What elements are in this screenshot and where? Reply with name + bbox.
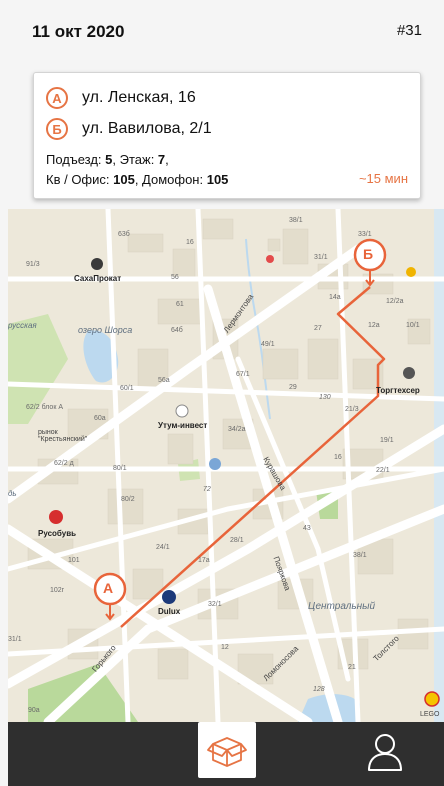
torgtekhserv-icon[interactable] <box>403 367 415 379</box>
house-number: 128 <box>313 686 325 693</box>
marker-a-label: А <box>103 580 114 596</box>
dropoff-badge: Б <box>46 118 68 140</box>
house-number: 80/1 <box>113 465 127 472</box>
order-number: #31 <box>396 22 422 39</box>
house-number: 16 <box>186 239 194 246</box>
details-line-1: Подъезд: 5, Этаж: 7, <box>46 150 228 170</box>
house-number: 38/1 <box>353 552 367 559</box>
house-number: 56 <box>171 274 179 281</box>
house-number: 21/3 <box>345 406 359 413</box>
house-number: 91/3 <box>26 261 40 268</box>
house-number: 101 <box>68 557 80 564</box>
box-icon <box>207 737 247 767</box>
house-number: 38/1 <box>289 217 303 224</box>
house-number: 64б <box>171 327 183 334</box>
order-card[interactable]: А ул. Ленская, 16 Б ул. Вавилова, 2/1 По… <box>33 72 421 199</box>
house-number: 61 <box>176 301 184 308</box>
house-number: 102г <box>50 587 65 594</box>
shell-icon[interactable] <box>424 691 440 707</box>
house-number: 28/1 <box>230 537 244 544</box>
dulux-icon[interactable] <box>162 590 176 604</box>
house-number: 19/1 <box>380 437 394 444</box>
dropoff-address: ул. Вавилова, 2/1 <box>82 120 212 137</box>
marker-b-label: Б <box>363 246 374 262</box>
sakhaprokat-icon[interactable] <box>91 258 103 270</box>
place-torgtekhserv: Торгтехсер <box>376 386 420 395</box>
floor-separator: , <box>165 152 169 167</box>
place-lake: озеро Шорса <box>78 325 133 335</box>
house-number: 72 <box>203 486 211 493</box>
place-sakhaprokat: СахаПрокат <box>74 274 122 283</box>
house-number: 12/2а <box>386 298 404 305</box>
nav-orders-button[interactable] <box>198 722 256 778</box>
house-number: 29 <box>289 384 297 391</box>
house-number: 16 <box>334 454 342 461</box>
house-number: 12 <box>221 644 229 651</box>
place-rusobuv: Русобувь <box>38 529 77 538</box>
house-number: 10/1 <box>406 322 420 329</box>
house-number: 14а <box>329 294 341 301</box>
entrance-label: Подъезд: <box>46 152 106 167</box>
place-market: рынок "Крестьянский" <box>38 429 88 443</box>
rusobuv-icon[interactable] <box>49 510 63 524</box>
house-number: 49/1 <box>261 341 275 348</box>
house-number: 56а <box>158 377 170 384</box>
floor-label: , Этаж: <box>112 152 158 167</box>
dropoff-stop: Б ул. Вавилова, 2/1 <box>46 116 212 142</box>
eta-label: ~15 мин <box>358 171 408 186</box>
house-number: 34/2а <box>228 426 246 433</box>
place-dulux: Dulux <box>158 607 181 616</box>
utum-invest-icon[interactable] <box>175 404 189 418</box>
pickup-badge: А <box>46 87 68 109</box>
house-number: 63б <box>118 231 130 238</box>
place-lego: LEGO <box>420 711 440 718</box>
place-russkaya: русская <box>8 321 37 330</box>
house-number: 31/1 <box>314 254 328 261</box>
user-icon <box>368 734 402 771</box>
nav-profile-button[interactable] <box>360 728 410 776</box>
pharmacy-icon[interactable] <box>266 255 274 263</box>
shop-pin-icon[interactable] <box>406 267 416 277</box>
house-number: 60/1 <box>120 385 134 392</box>
place-utum: Утум-инвест <box>158 421 208 430</box>
apartment-label: Кв / Офис: <box>46 172 114 187</box>
delivery-details: Подъезд: 5, Этаж: 7, Кв / Офис: 105, Дом… <box>46 150 228 190</box>
house-number: 22/1 <box>376 467 390 474</box>
house-number: 130 <box>319 394 331 401</box>
route-map[interactable]: А Б СахаПрокат озеро Шорса русская рынок… <box>8 209 444 722</box>
house-number: 27 <box>314 325 322 332</box>
pickup-stop: А ул. Ленская, 16 <box>46 85 196 111</box>
apartment-value: 105 <box>113 172 135 187</box>
house-number: 33/1 <box>358 231 372 238</box>
house-number: 62/2 д <box>54 460 74 467</box>
house-number: 62/2 блок А <box>26 404 63 411</box>
place-pin-icon[interactable] <box>209 458 221 470</box>
house-number: 12а <box>368 322 380 329</box>
order-header: 11 окт 2020 #31 А ул. Ленская, 16 Б ул. … <box>0 0 444 205</box>
house-number: 60а <box>94 415 106 422</box>
house-number: 90а <box>28 707 40 714</box>
house-number: 67/1 <box>236 371 250 378</box>
place-d: дь <box>8 489 17 498</box>
house-number: 80/2 <box>121 496 135 503</box>
intercom-value: 105 <box>206 172 229 187</box>
details-line-2: Кв / Офис: 105, Домофон: 105 <box>46 170 228 190</box>
house-number: 17а <box>198 557 210 564</box>
house-number: 43 <box>303 525 311 532</box>
intercom-label: , Домофон: <box>134 172 207 187</box>
house-number: 24/1 <box>156 544 170 551</box>
pickup-address: ул. Ленская, 16 <box>82 89 196 106</box>
house-number: 31/1 <box>8 636 22 643</box>
house-number: 21 <box>348 664 356 671</box>
bottom-navigation <box>8 722 444 786</box>
place-central: Центральный <box>308 601 376 612</box>
order-date: 11 окт 2020 <box>32 22 125 41</box>
house-number: 32/1 <box>208 601 222 608</box>
river-edge <box>434 209 444 722</box>
